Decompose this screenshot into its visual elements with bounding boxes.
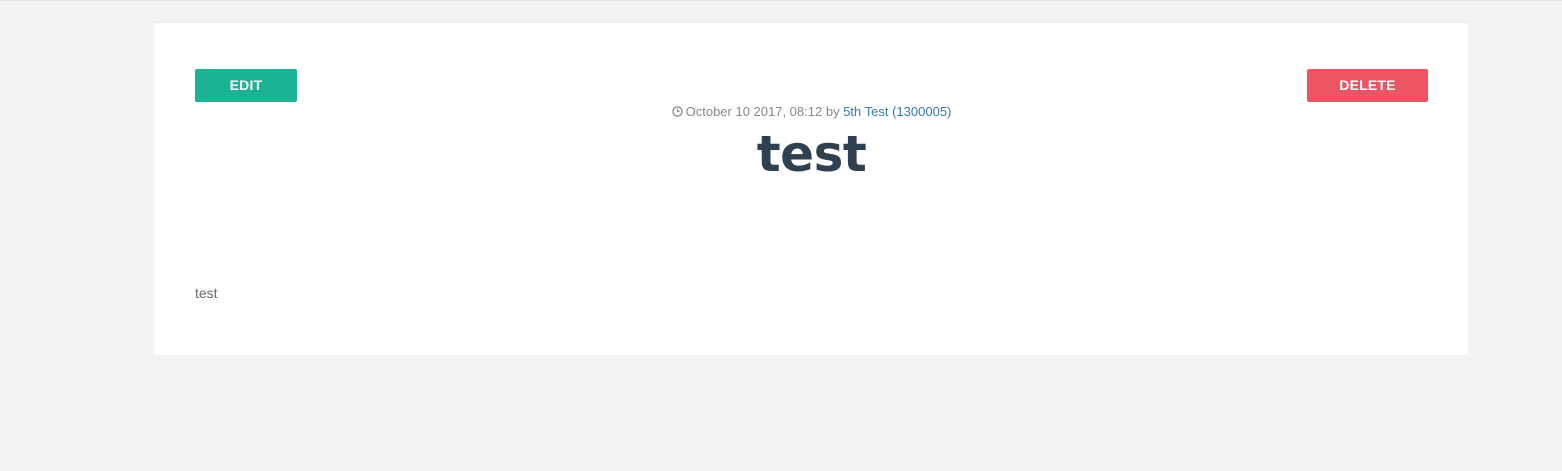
- news-date: October 10 2017, 08:12: [685, 104, 823, 119]
- news-body: test: [195, 285, 218, 301]
- news-title: test: [756, 125, 867, 183]
- news-meta: October 10 2017, 08:12 by 5th Test (1300…: [155, 104, 1468, 120]
- edit-news-button[interactable]: EDIT NEWS: [195, 69, 297, 126]
- news-author-link[interactable]: 5th Test (1300005): [843, 104, 951, 119]
- news-card: EDIT NEWS DELETE NEWS October 10 2017, 0…: [155, 22, 1468, 355]
- top-divider: [0, 0, 1562, 1]
- news-by-text: by: [825, 104, 840, 119]
- delete-news-button[interactable]: DELETE NEWS: [1307, 69, 1428, 126]
- clock-icon: [671, 106, 683, 117]
